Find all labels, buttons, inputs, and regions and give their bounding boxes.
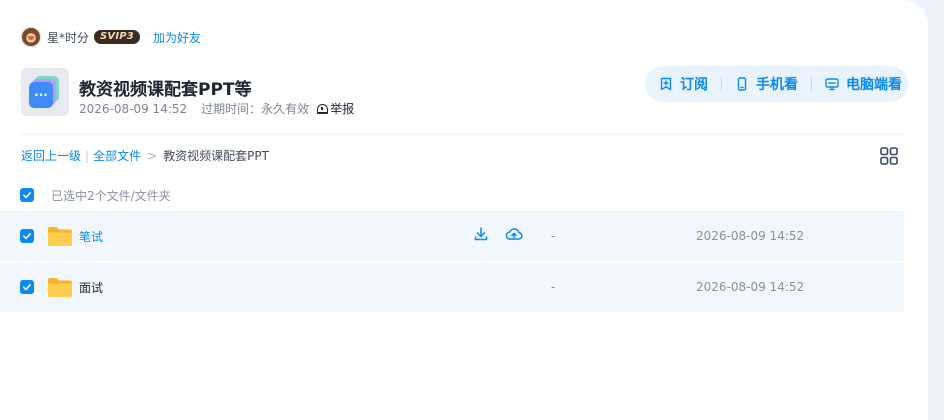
row-checkbox[interactable] <box>20 280 34 294</box>
share-actions: 订阅 手机看 电脑端看 <box>645 66 908 102</box>
file-stack-icon-front <box>29 82 53 108</box>
file-row[interactable]: 笔试 - 2026-08-09 14:52 <box>0 211 904 261</box>
check-icon <box>23 284 31 291</box>
file-name[interactable]: 笔试 <box>79 228 103 245</box>
folder-icon <box>48 278 72 297</box>
subscribe-button[interactable]: 订阅 <box>659 74 708 94</box>
header-divider <box>21 134 904 135</box>
file-size: - <box>551 229 556 243</box>
selection-summary: 已选中2个文件/文件夹 <box>51 189 171 203</box>
alarm-icon <box>317 103 329 114</box>
phone-icon <box>737 77 747 91</box>
select-all-checkbox[interactable] <box>20 188 34 202</box>
file-date: 2026-08-09 14:52 <box>696 229 805 243</box>
folder-icon <box>48 227 72 246</box>
check-icon <box>23 192 31 199</box>
download-icon[interactable] <box>473 226 489 242</box>
file-date: 2026-08-09 14:52 <box>696 280 805 294</box>
share-page-card: 星*时分 SVIP3 加为好友 教资视频课配套PPT等 2026-08-09 1… <box>0 0 928 420</box>
add-friend-link[interactable]: 加为好友 <box>153 29 201 46</box>
breadcrumb-current: 教资视频课配套PPT <box>163 149 269 163</box>
sharer-name[interactable]: 星*时分 <box>47 29 89 46</box>
sharer-avatar[interactable] <box>21 27 41 47</box>
pc-view-label: 电脑端看 <box>846 77 902 93</box>
svip-badge: SVIP3 <box>94 30 140 44</box>
subscribe-label: 订阅 <box>680 77 708 93</box>
mobile-view-label: 手机看 <box>756 77 798 93</box>
page-background-strip <box>928 0 944 420</box>
share-title: 教资视频课配套PPT等 <box>79 80 252 100</box>
monitor-icon <box>825 78 839 91</box>
action-separator <box>811 77 812 91</box>
grid-view-icon[interactable] <box>879 146 899 166</box>
report-label: 举报 <box>330 102 355 116</box>
file-name[interactable]: 面试 <box>79 279 103 296</box>
breadcrumb-arrow: > <box>147 148 158 163</box>
share-thumbnail <box>21 68 69 116</box>
bookmark-plus-icon <box>660 77 672 91</box>
check-icon <box>23 233 31 240</box>
file-row[interactable]: 面试 - 2026-08-09 14:52 <box>0 262 904 312</box>
breadcrumb-separator: | <box>85 148 90 163</box>
breadcrumb-back-link[interactable]: 返回上一级 <box>21 147 81 164</box>
cloud-upload-icon[interactable] <box>505 225 523 243</box>
pc-view-button[interactable]: 电脑端看 <box>825 74 902 94</box>
share-date: 2026-08-09 14:52 <box>79 101 188 116</box>
action-separator <box>721 77 722 91</box>
mobile-view-button[interactable]: 手机看 <box>735 74 798 94</box>
share-expire-time: 过期时间：永久有效 <box>201 102 310 116</box>
file-size: - <box>551 280 556 294</box>
breadcrumb: 返回上一级 | 全部文件 > 教资视频课配套PPT <box>21 147 269 164</box>
breadcrumb-all-files-link[interactable]: 全部文件 <box>93 147 141 164</box>
row-checkbox[interactable] <box>20 229 34 243</box>
report-button[interactable]: 举报 <box>317 100 354 117</box>
sharer-info: 星*时分 SVIP3 加为好友 <box>21 27 201 47</box>
share-meta: 2026-08-09 14:52 过期时间：永久有效 举报 <box>79 100 354 117</box>
